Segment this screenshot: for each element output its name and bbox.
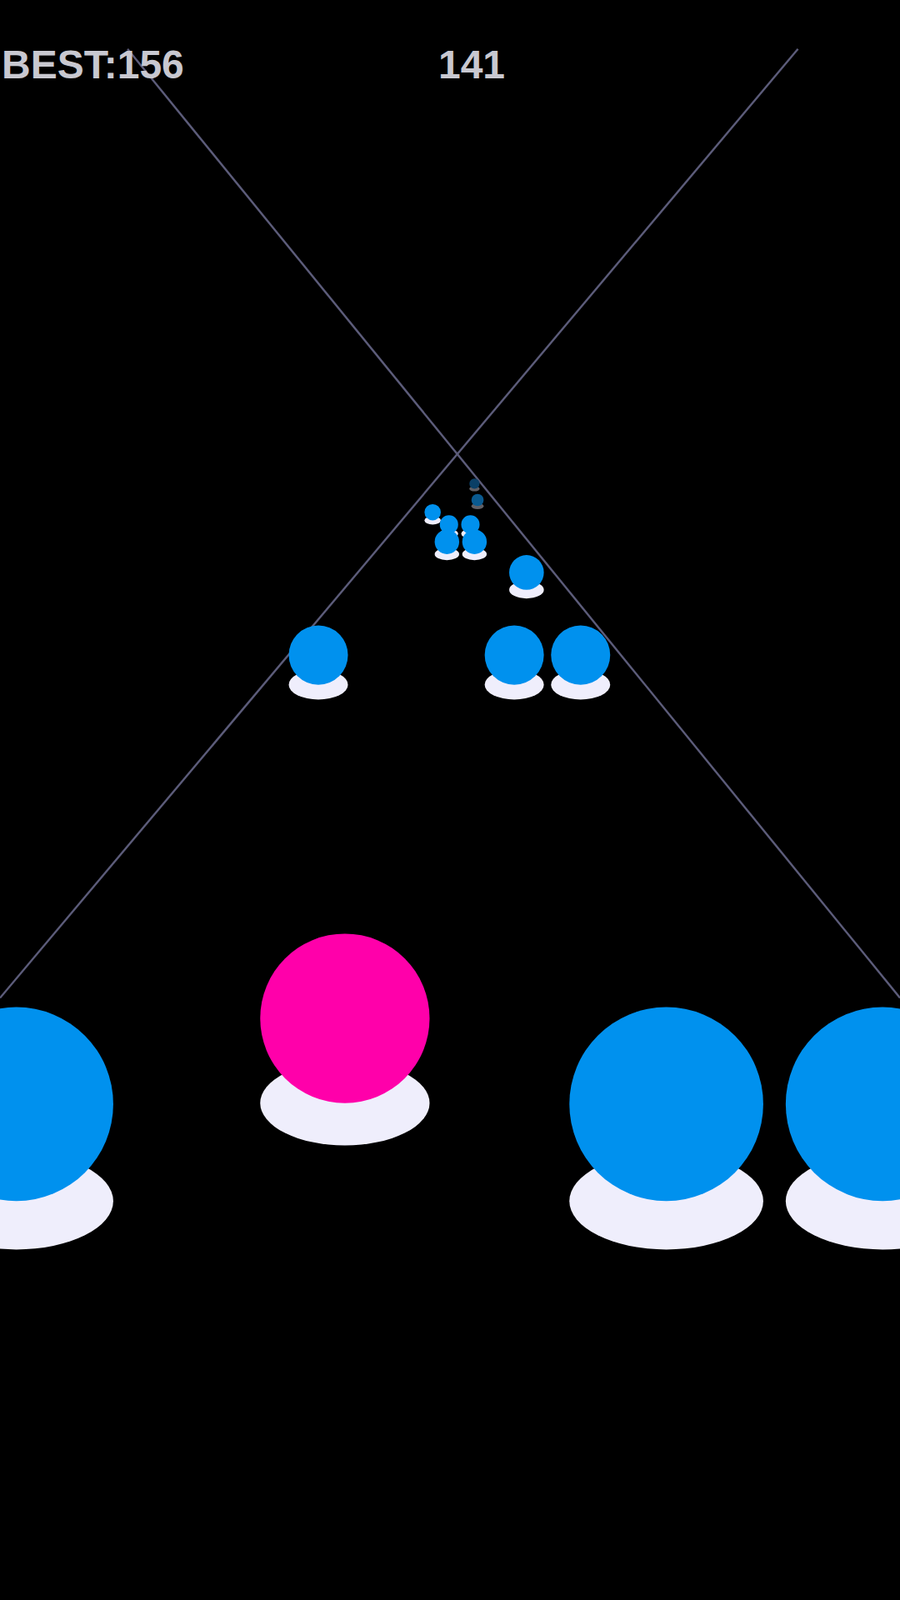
ball-body xyxy=(785,1007,900,1202)
ball-body xyxy=(469,478,480,489)
ball-body xyxy=(289,625,349,685)
player-ball[interactable] xyxy=(260,933,430,1145)
obstacle-ball xyxy=(485,625,545,700)
ball-body xyxy=(462,530,487,555)
obstacle-ball xyxy=(424,504,441,525)
obstacle-ball xyxy=(509,555,545,599)
current-score: 141 xyxy=(438,43,505,88)
ball-body xyxy=(569,1007,764,1202)
ball-body xyxy=(424,504,441,521)
game-screen[interactable]: BEST:156 141 xyxy=(0,0,900,1600)
ball-body xyxy=(471,494,485,507)
obstacle-ball xyxy=(462,530,487,561)
obstacle-ball xyxy=(569,1007,764,1250)
obstacle-ball xyxy=(0,1007,114,1250)
ball-body xyxy=(260,933,430,1103)
obstacle-ball xyxy=(785,1007,900,1250)
ball-body xyxy=(0,1007,114,1202)
obstacle-ball xyxy=(289,625,349,700)
obstacle-ball xyxy=(471,494,485,510)
ball-body xyxy=(509,555,545,590)
ball-body xyxy=(435,530,460,555)
obstacle-ball xyxy=(550,625,610,700)
ball-body xyxy=(550,625,610,685)
ball-body xyxy=(485,625,545,685)
track-edge-line xyxy=(127,49,900,999)
obstacle-ball xyxy=(435,530,460,561)
game-canvas[interactable] xyxy=(0,0,900,1600)
best-score: BEST:156 xyxy=(1,43,185,88)
obstacle-ball xyxy=(469,478,480,491)
track-edge-line xyxy=(0,49,799,999)
